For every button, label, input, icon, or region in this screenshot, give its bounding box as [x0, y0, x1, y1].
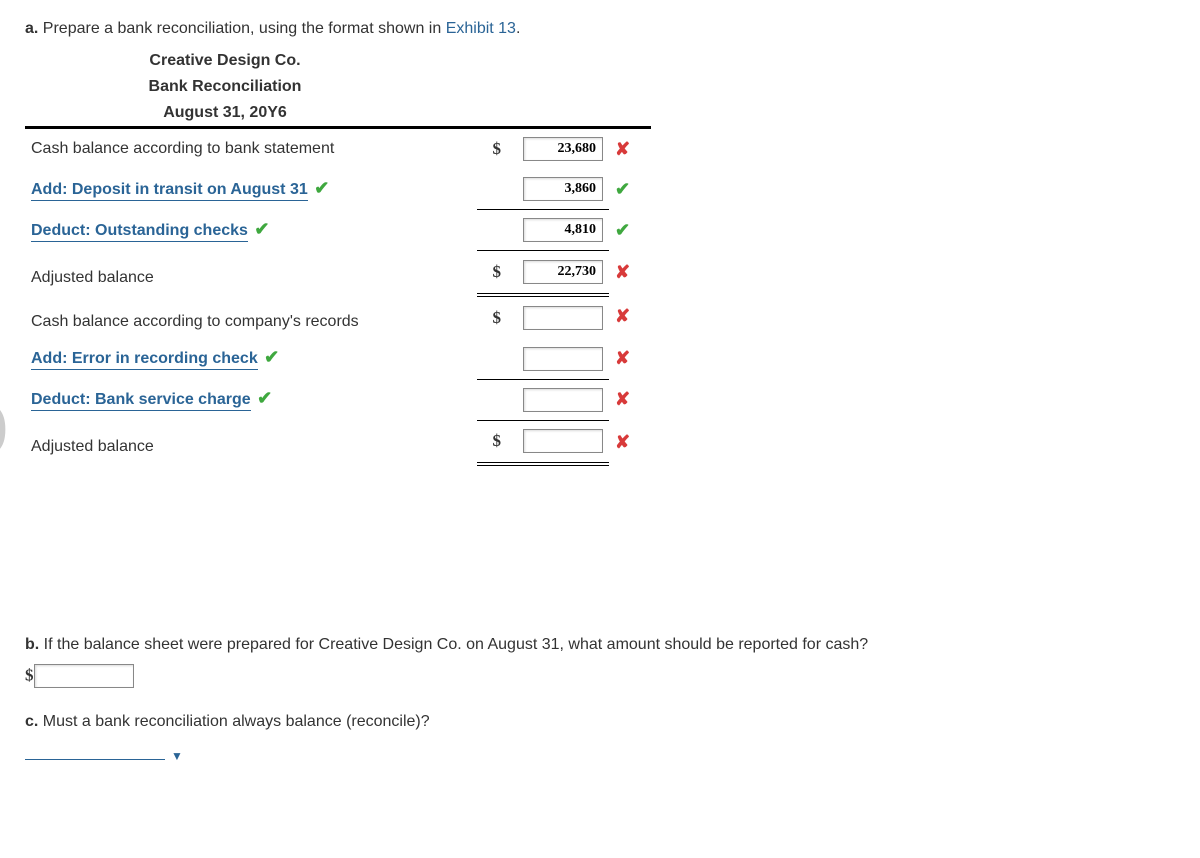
exhibit-link[interactable]: Exhibit 13	[446, 20, 516, 37]
add-deposit-input[interactable]	[523, 177, 603, 201]
part-c-dropdown[interactable]	[25, 741, 165, 760]
wrong-icon: ✘	[615, 306, 630, 326]
bank-balance-input[interactable]	[523, 137, 603, 161]
company-balance-input[interactable]	[523, 306, 603, 330]
statement-header: Creative Design Co. Bank Reconciliation …	[25, 48, 425, 126]
add-error-input[interactable]	[523, 347, 603, 371]
add-error-dropdown[interactable]: Add: Error in recording check	[31, 350, 258, 370]
wrong-icon: ✘	[615, 348, 630, 368]
deduct-checks-input[interactable]	[523, 218, 603, 242]
company-balance-label: Cash balance according to company's reco…	[25, 295, 477, 339]
part-a-letter: a.	[25, 20, 38, 37]
part-c-prompt: c. Must a bank reconciliation always bal…	[25, 713, 1175, 731]
part-b-text: If the balance sheet were prepared for C…	[44, 636, 869, 653]
check-icon: ✔	[615, 220, 630, 240]
dollar-sign: $	[25, 666, 34, 685]
wrong-icon: ✘	[615, 262, 630, 282]
part-a-text-post: .	[516, 20, 520, 37]
check-icon: ✔	[254, 219, 269, 239]
statement-date: August 31, 20Y6	[25, 100, 425, 126]
check-icon: ✔	[314, 178, 329, 198]
adjusted-balance-1-label: Adjusted balance	[25, 251, 477, 295]
wrong-icon: ✘	[615, 389, 630, 409]
bank-balance-label: Cash balance according to bank statement	[25, 128, 477, 170]
part-b-letter: b.	[25, 636, 39, 653]
wrong-icon: ✘	[615, 139, 630, 159]
check-icon: ✔	[615, 179, 630, 199]
dollar-sign: $	[477, 295, 507, 339]
add-deposit-dropdown[interactable]: Add: Deposit in transit on August 31	[31, 181, 308, 201]
part-c-text: Must a bank reconciliation always balanc…	[43, 713, 430, 730]
check-icon: ✔	[257, 388, 272, 408]
part-a-prompt: a. Prepare a bank reconciliation, using …	[25, 20, 1175, 38]
deduct-checks-dropdown[interactable]: Deduct: Outstanding checks	[31, 222, 248, 242]
statement-title: Bank Reconciliation	[25, 74, 425, 100]
decorative-paren: )	[0, 390, 8, 459]
part-a-text-pre: Prepare a bank reconciliation, using the…	[43, 20, 446, 37]
adjusted-balance-2-label: Adjusted balance	[25, 420, 477, 464]
check-icon: ✔	[264, 347, 279, 367]
adjusted-balance-2-input[interactable]	[523, 429, 603, 453]
dollar-sign: $	[477, 128, 507, 170]
deduct-service-input[interactable]	[523, 388, 603, 412]
wrong-icon: ✘	[615, 432, 630, 452]
company-name: Creative Design Co.	[25, 48, 425, 74]
part-b-input[interactable]	[34, 664, 134, 688]
reconciliation-table: Cash balance according to bank statement…	[25, 126, 651, 466]
dollar-sign: $	[477, 420, 507, 464]
part-b-prompt: b. If the balance sheet were prepared fo…	[25, 636, 1175, 654]
chevron-down-icon: ▼	[171, 749, 183, 763]
adjusted-balance-1-input[interactable]	[523, 260, 603, 284]
part-c-letter: c.	[25, 713, 38, 730]
dollar-sign: $	[477, 251, 507, 295]
deduct-service-dropdown[interactable]: Deduct: Bank service charge	[31, 391, 251, 411]
